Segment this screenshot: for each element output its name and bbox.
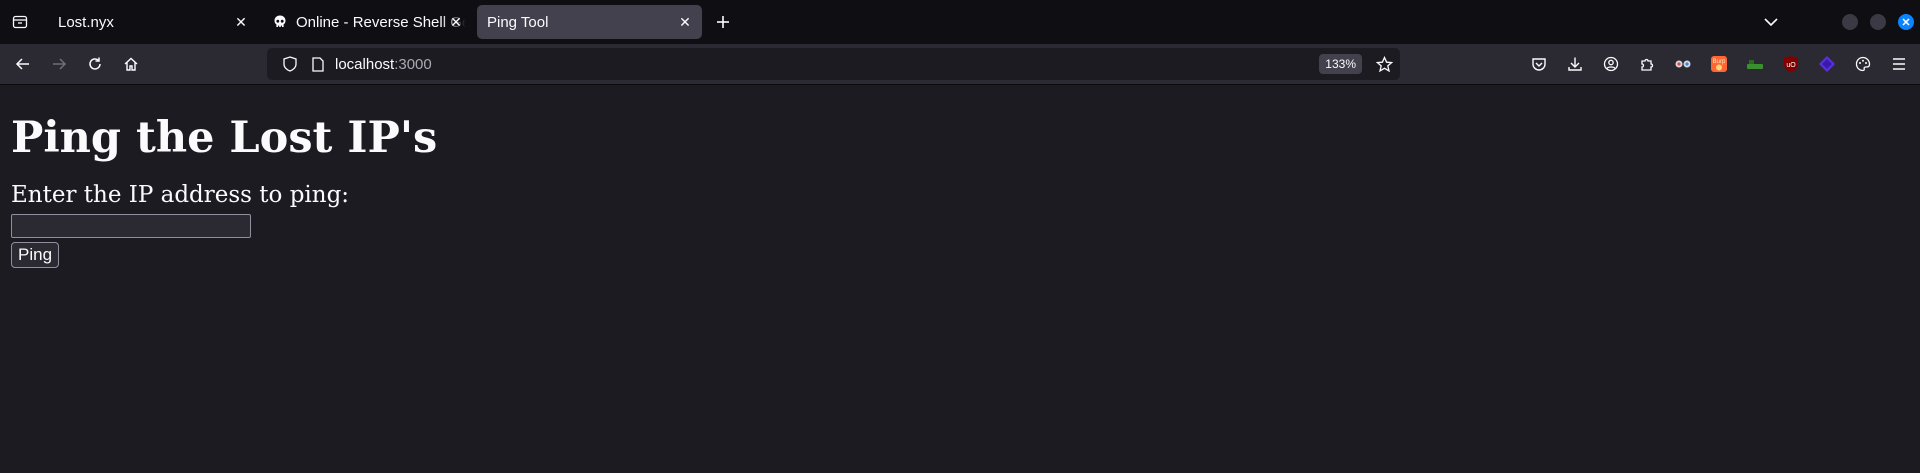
url-bar[interactable]: localhost:3000 133% xyxy=(267,48,1400,80)
dark-reader-button[interactable] xyxy=(1737,46,1773,82)
download-icon xyxy=(1568,57,1582,71)
close-window-button[interactable]: ✕ xyxy=(1898,14,1914,30)
tab-label: Online - Reverse Shell Generator xyxy=(296,13,466,31)
back-button[interactable] xyxy=(5,46,41,82)
tab-label: Ping Tool xyxy=(487,13,549,31)
pocket-button[interactable] xyxy=(1521,46,1557,82)
burp-suite-icon: Burp xyxy=(1711,56,1727,72)
url-text[interactable]: localhost:3000 xyxy=(335,56,432,73)
foxyproxy-icon xyxy=(1675,60,1691,68)
url-host: localhost xyxy=(335,55,395,73)
close-tab-icon[interactable]: ✕ xyxy=(232,13,250,31)
svg-text:Burp: Burp xyxy=(1713,59,1726,65)
page-heading: Ping the Lost IP's xyxy=(11,113,438,163)
downloads-button[interactable] xyxy=(1557,46,1593,82)
navigation-toolbar: localhost:3000 133% Burp uO xyxy=(0,44,1920,85)
purple-extension-icon xyxy=(1819,56,1835,72)
ip-prompt-label: Enter the IP address to ping: xyxy=(11,182,350,209)
list-all-tabs-button[interactable] xyxy=(1756,17,1786,27)
tab-reverse-shell-generator[interactable]: Online - Reverse Shell Generator ✕ xyxy=(262,5,473,39)
palette-icon xyxy=(1855,56,1871,72)
firefox-view-button[interactable] xyxy=(0,0,40,44)
home-button[interactable] xyxy=(113,46,149,82)
toolbar-icons: Burp uO xyxy=(1521,44,1917,84)
page-content: Ping the Lost IP's Enter the IP address … xyxy=(0,113,1920,269)
arrow-right-icon xyxy=(53,58,67,70)
tracking-protection-shield-icon[interactable] xyxy=(275,56,305,72)
ip-address-input[interactable] xyxy=(11,214,251,239)
forward-button[interactable] xyxy=(41,46,77,82)
close-tab-icon[interactable]: ✕ xyxy=(447,13,465,31)
extensions-button[interactable] xyxy=(1629,46,1665,82)
tab-label: Lost.nyx xyxy=(58,13,114,31)
new-tab-button[interactable] xyxy=(708,7,738,37)
plus-icon xyxy=(717,16,729,28)
pocket-icon xyxy=(1532,58,1546,71)
svg-text:uO: uO xyxy=(1786,62,1796,69)
arrow-left-icon xyxy=(15,58,29,70)
ublock-origin-icon: uO xyxy=(1784,56,1798,72)
reload-button[interactable] xyxy=(77,46,113,82)
zoom-level-button[interactable]: 133% xyxy=(1319,54,1362,74)
window-controls: ✕ xyxy=(1756,0,1920,44)
skull-icon xyxy=(272,14,288,30)
tab-strip: Lost.nyx ✕ Online - Reverse Shell Genera… xyxy=(0,0,1920,44)
puzzle-piece-icon xyxy=(1641,58,1654,71)
home-icon xyxy=(124,57,138,71)
customize-button[interactable] xyxy=(1845,46,1881,82)
page-info-icon[interactable] xyxy=(305,56,331,72)
tab-lost-nyx[interactable]: Lost.nyx ✕ xyxy=(44,5,258,39)
url-port: :3000 xyxy=(394,55,432,73)
dark-reader-icon xyxy=(1747,60,1763,69)
ublock-origin-button[interactable]: uO xyxy=(1773,46,1809,82)
account-icon xyxy=(1603,56,1619,72)
hamburger-menu-icon xyxy=(1893,58,1905,70)
foxyproxy-button[interactable] xyxy=(1665,46,1701,82)
firefox-view-icon xyxy=(12,15,28,29)
app-menu-button[interactable] xyxy=(1881,46,1917,82)
maximize-button[interactable] xyxy=(1870,14,1886,30)
purple-extension-button[interactable] xyxy=(1809,46,1845,82)
ping-button[interactable]: Ping xyxy=(11,242,60,269)
tab-ping-tool[interactable]: Ping Tool ✕ xyxy=(477,5,702,39)
minimize-button[interactable] xyxy=(1842,14,1858,30)
chevron-down-icon xyxy=(1764,17,1778,26)
burp-suite-button[interactable]: Burp xyxy=(1701,46,1737,82)
bookmark-star-icon[interactable] xyxy=(1374,54,1394,74)
account-button[interactable] xyxy=(1593,46,1629,82)
reload-icon xyxy=(89,57,101,70)
close-tab-icon[interactable]: ✕ xyxy=(676,13,694,31)
